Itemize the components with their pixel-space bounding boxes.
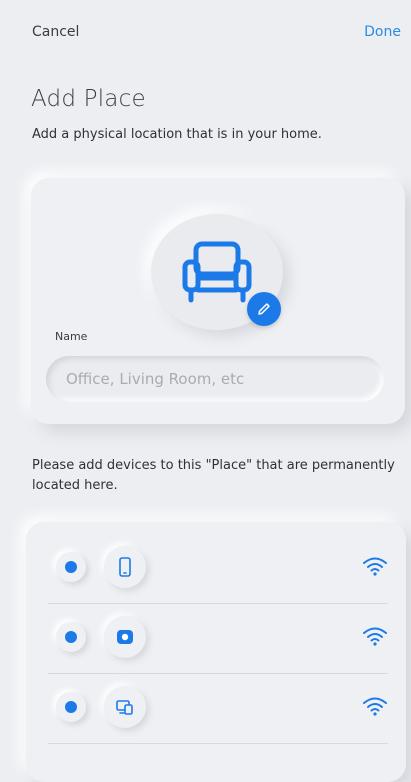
device-select-radio[interactable]: [56, 552, 86, 582]
device-icon-container: [104, 686, 146, 728]
page-subtitle: Add a physical location that is in your …: [32, 127, 322, 142]
wifi-icon: [363, 557, 387, 576]
name-label: Name: [55, 330, 88, 343]
cancel-button[interactable]: Cancel: [32, 24, 79, 40]
device-select-radio[interactable]: [56, 692, 86, 722]
wifi-icon: [363, 697, 387, 716]
devices-instructions: Please add devices to this "Place" that …: [32, 458, 395, 493]
top-bar: Cancel Done: [0, 0, 411, 66]
device-row-phone[interactable]: [48, 534, 388, 604]
radio-selected-dot: [65, 631, 77, 643]
phone-icon: [119, 557, 131, 577]
row-divider: [48, 743, 388, 744]
device-icon-container: [104, 616, 146, 658]
wifi-icon: [363, 627, 387, 646]
devices-icon: [116, 700, 133, 715]
place-card: Name: [31, 178, 405, 424]
radio-selected-dot: [65, 701, 77, 713]
done-button[interactable]: Done: [364, 24, 401, 40]
devices-list: [26, 522, 406, 782]
device-row-media[interactable]: [48, 604, 388, 674]
name-input[interactable]: [46, 356, 384, 402]
device-icon-container: [104, 546, 146, 588]
edit-icon-button[interactable]: [247, 292, 281, 326]
device-select-radio[interactable]: [56, 622, 86, 652]
radio-selected-dot: [65, 561, 77, 573]
pencil-icon: [258, 303, 270, 315]
page-title: Add Place: [31, 86, 146, 112]
device-row-devices[interactable]: [48, 674, 388, 744]
armchair-icon: [182, 241, 252, 303]
media-player-icon: [117, 630, 133, 644]
